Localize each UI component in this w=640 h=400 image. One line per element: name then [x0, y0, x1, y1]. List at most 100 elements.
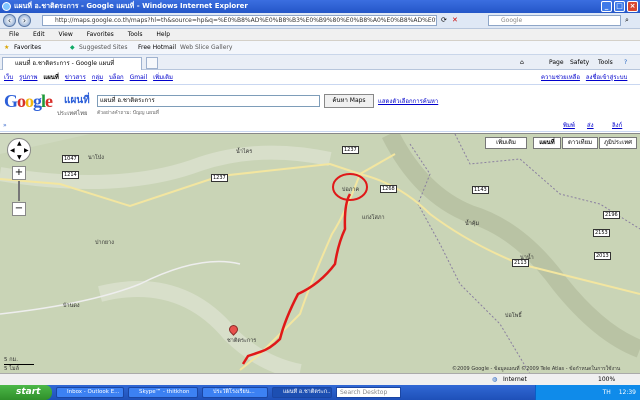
search-maps-button[interactable]: ค้นหา Maps	[324, 94, 374, 108]
taskbar: start Inbox - Outlook E... Skype™ - thit…	[0, 385, 640, 400]
pan-down-icon[interactable]: ▼	[17, 154, 22, 161]
window-titlebar: แผนที่ อ.ชาติตระการ - Google แผนที่ - Wi…	[0, 0, 640, 13]
start-button[interactable]: start	[0, 385, 52, 400]
gbar-gmail[interactable]: Gmail	[130, 74, 148, 81]
web-search-input[interactable]: Google	[488, 15, 621, 26]
refresh-icon[interactable]: ⟳	[441, 16, 447, 24]
search-hint: ตัวอย่างคำถาม: ปัญญ แผนที่	[97, 110, 159, 116]
menu-tools[interactable]: Tools	[128, 31, 143, 38]
favorites-button[interactable]: Favorites	[14, 41, 41, 55]
star-icon: ★	[4, 44, 10, 51]
zoom-slider[interactable]	[18, 181, 20, 201]
help-icon[interactable]: ?	[624, 55, 627, 70]
scale-mi: 5 ไมล์	[4, 366, 20, 372]
taskbar-document[interactable]: ประวัติโรงเรียน...	[202, 387, 268, 398]
gbar-groups[interactable]: กลุ่ม	[92, 74, 103, 81]
language-indicator[interactable]: TH	[603, 389, 611, 396]
road-shield: 2113	[512, 259, 529, 267]
road-shield: 2153	[593, 229, 610, 237]
sign-in-link[interactable]: ลงชื่อเข้าสู่ระบบ	[586, 74, 628, 81]
road-shield: 1268	[380, 185, 397, 193]
map-type-satellite-button[interactable]: ดาวเทียม	[562, 137, 598, 149]
map-canvas[interactable]: ▲ ▼ ◀ ▶ + − เพิ่มเติม แผนที่ ดาวเทียม ภู…	[0, 133, 640, 373]
taskbar-ie[interactable]: แผนที่ อ.ชาติตระก...	[272, 387, 332, 398]
window-title: แผนที่ อ.ชาติตระการ - Google แผนที่ - Wi…	[14, 2, 248, 10]
stop-icon[interactable]: ✕	[452, 16, 458, 24]
road-shield: 1143	[472, 186, 489, 194]
place-label: น้ำคุ้ม	[465, 221, 480, 227]
page-menu[interactable]: Page	[549, 55, 564, 70]
pan-right-icon[interactable]: ▶	[24, 147, 29, 154]
globe-icon: ◍	[492, 376, 498, 383]
system-tray: TH 12:39	[535, 385, 640, 400]
safety-menu[interactable]: Safety	[570, 55, 589, 70]
clock: 12:39	[618, 389, 636, 396]
zoom-in-button[interactable]: +	[12, 166, 26, 180]
tools-menu[interactable]: Tools	[598, 55, 613, 70]
maps-search-input[interactable]: แผนที่ อ.ชาติตระการ	[97, 95, 320, 107]
menu-edit[interactable]: Edit	[33, 31, 45, 38]
search-options-link[interactable]: แสดงตัวเลือกการค้นหา	[378, 96, 438, 106]
forward-button[interactable]: ›	[18, 14, 31, 27]
minimize-button[interactable]: _	[601, 1, 612, 12]
close-button[interactable]: ×	[627, 1, 638, 12]
send-link[interactable]: ส่ง	[587, 120, 594, 132]
road-shield: 2196	[603, 211, 620, 219]
back-button[interactable]: ‹	[3, 14, 16, 27]
map-copyright: ©2009 Google - ข้อมูลแผนที่ ©2009 Tele A…	[452, 366, 621, 372]
road-shield: 1214	[62, 171, 79, 179]
place-label: แก่งโสภา	[362, 215, 385, 221]
new-tab-button[interactable]	[146, 57, 158, 69]
security-zone: Internet	[503, 376, 527, 383]
road-shield: 1237	[211, 174, 228, 182]
help-link[interactable]: ความช่วยเหลือ	[541, 74, 580, 81]
map-toolbar-strip: » พิมพ์ ส่ง ลิงก์	[0, 120, 640, 132]
maximize-button[interactable]: □	[614, 1, 625, 12]
menu-bar: File Edit View Favorites Tools Help	[0, 29, 640, 41]
zoom-level[interactable]: 100%	[598, 374, 615, 385]
place-label: ปากยาง	[95, 240, 114, 246]
link-link[interactable]: ลิงก์	[612, 120, 622, 132]
google-logo[interactable]: Google	[4, 91, 53, 112]
map-terrain	[0, 134, 640, 373]
map-type-terrain-button[interactable]: ภูมิประเทศ	[599, 137, 637, 149]
menu-file[interactable]: File	[9, 31, 19, 38]
print-link[interactable]: พิมพ์	[563, 120, 575, 132]
web-slice-gallery-link[interactable]: Web Slice Gallery	[180, 41, 232, 55]
pan-left-icon[interactable]: ◀	[10, 147, 15, 154]
free-hotmail-link[interactable]: Free Hotmail	[138, 41, 176, 55]
ie-icon	[2, 2, 11, 11]
gbar-blogs[interactable]: บล็อก	[109, 74, 124, 81]
address-input[interactable]: http://maps.google.co.th/maps?hl=th&sour…	[42, 15, 437, 26]
taskbar-outlook[interactable]: Inbox - Outlook E...	[56, 387, 124, 398]
status-bar: ◍ Internet 100%	[0, 373, 640, 385]
place-label: ชาติตระการ	[227, 338, 257, 344]
desktop-search-input[interactable]: Search Desktop	[336, 387, 401, 398]
taskbar-skype[interactable]: Skype™ - thitkhon	[128, 387, 198, 398]
gbar-web[interactable]: เว็บ	[4, 74, 13, 81]
gbar-more[interactable]: เพิ่มเติม	[153, 74, 173, 81]
home-icon[interactable]: ⌂	[520, 55, 524, 70]
menu-favorites[interactable]: Favorites	[87, 31, 114, 38]
tab-google-maps[interactable]: แผนที่ อ.ชาติตระการ - Google แผนที่	[2, 57, 142, 70]
place-label: บ่อภาค	[342, 187, 360, 193]
map-type-map-button[interactable]: แผนที่	[533, 137, 561, 149]
place-label: บ่อโพธิ์	[505, 313, 522, 319]
pan-up-icon[interactable]: ▲	[17, 140, 22, 147]
place-label: บ้านดง	[63, 303, 80, 309]
tab-bar: แผนที่ อ.ชาติตระการ - Google แผนที่ ⌂ Pa…	[0, 55, 640, 70]
menu-help[interactable]: Help	[156, 31, 170, 38]
suggested-sites-link[interactable]: Suggested Sites	[79, 41, 127, 55]
gbar-images[interactable]: รูปภาพ	[19, 74, 37, 81]
search-icon[interactable]: ⌕	[625, 16, 629, 25]
zoom-out-button[interactable]: −	[12, 202, 26, 216]
place-label: นาโป่ง	[88, 155, 104, 161]
address-toolbar: ‹ › http://maps.google.co.th/maps?hl=th&…	[0, 13, 640, 29]
collapse-panel-icon[interactable]: »	[3, 120, 7, 132]
suggested-sites-icon: ◆	[70, 44, 75, 51]
gbar-maps[interactable]: แผนที่	[43, 74, 58, 81]
map-more-button[interactable]: เพิ่มเติม	[485, 137, 527, 149]
logo-product: แผนที่	[64, 95, 90, 106]
gbar-news[interactable]: ข่าวสาร	[65, 74, 86, 81]
menu-view[interactable]: View	[59, 31, 73, 38]
